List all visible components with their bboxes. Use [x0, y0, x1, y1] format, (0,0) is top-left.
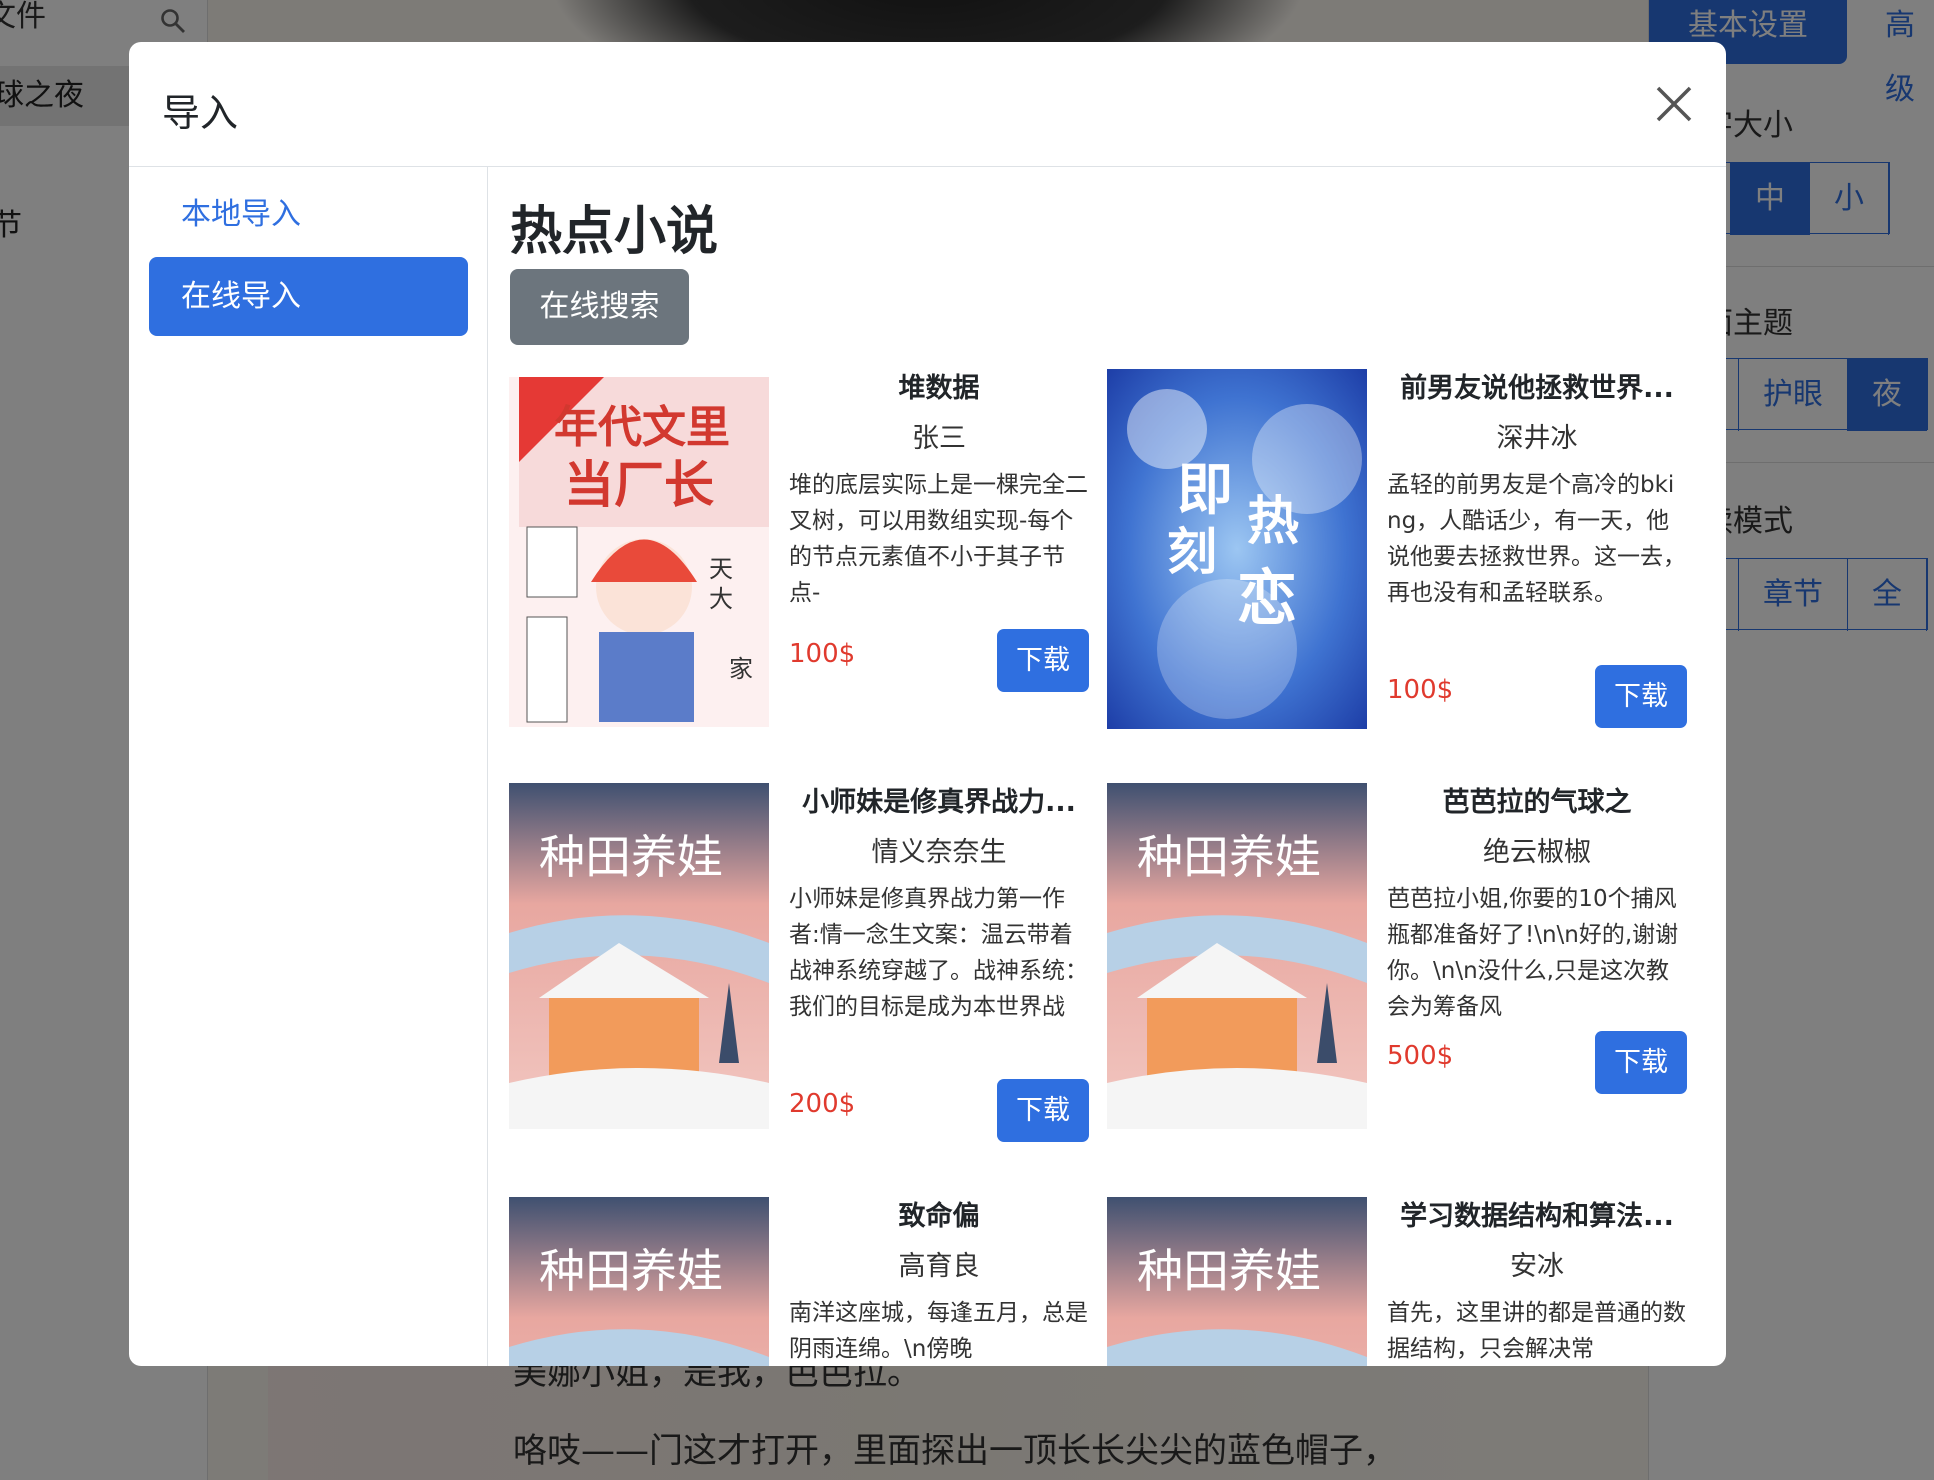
cover-image: 即 刻 热 恋	[1107, 369, 1367, 729]
close-icon	[1656, 86, 1692, 122]
book-description: 小师妹是修真界战力第一作者:情一念生文案：温云带着战神系统穿越了。战神系统：我们…	[789, 886, 1088, 1020]
cover-image: 种田养娃	[509, 783, 769, 1129]
download-button[interactable]: 下载	[1595, 1031, 1687, 1094]
svg-text:当厂长: 当厂长	[564, 455, 714, 514]
book-title[interactable]: 小师妹是修真界战力...	[789, 783, 1089, 823]
book-description: 芭芭拉小姐,你要的10个捕风瓶都准备好了!\n\n好的,谢谢你。\n\n没什么,…	[1387, 886, 1679, 1020]
book-info: 致命偏 高育良 南洋这座城，每逢五月，总是阴雨连绵。\n傍晚	[789, 1197, 1089, 1366]
book-description: 堆的底层实际上是一棵完全二叉树，可以用数组实现-每个的节点元素值不小于其子节点-	[789, 472, 1088, 606]
book-title[interactable]: 学习数据结构和算法...	[1387, 1197, 1687, 1237]
book-card: 种田养娃 学习数据结构和算法... 安冰 首先，这里讲的都是普通的数据结构，只会…	[1107, 1197, 1687, 1366]
svg-text:种田养娃: 种田养娃	[1137, 830, 1321, 884]
book-card: 即 刻 热 恋 前男友说他拯救世界... 深井冰 孟轻的前男友是个高冷的bkin…	[1107, 369, 1687, 729]
book-description: 孟轻的前男友是个高冷的bking，人酷话少，有一天，他说他要去拯救世界。这一去，…	[1387, 472, 1686, 606]
book-author: 绝云椒椒	[1483, 837, 1591, 868]
book-price: 100$	[1387, 675, 1454, 705]
svg-text:大: 大	[709, 585, 733, 613]
book-card: 种田养娃 芭芭拉的气球之 绝云椒椒 芭芭拉小姐,你要的10个捕风瓶都准备好了!\…	[1107, 783, 1687, 1129]
book-cover[interactable]: 种田养娃	[1107, 1197, 1367, 1366]
svg-text:刻: 刻	[1167, 522, 1217, 581]
book-cover[interactable]: 即 刻 热 恋	[1107, 369, 1367, 729]
download-button[interactable]: 下载	[1595, 665, 1687, 728]
svg-text:天: 天	[709, 555, 733, 583]
book-price: 500$	[1387, 1041, 1454, 1071]
cover-image: 种田养娃	[509, 1197, 769, 1366]
book-author: 高育良	[898, 1251, 980, 1282]
book-description: 首先，这里讲的都是普通的数据结构，只会解决常	[1387, 1300, 1686, 1362]
svg-text:种田养娃: 种田养娃	[539, 830, 723, 884]
import-sidebar: 本地导入 在线导入	[129, 167, 488, 1366]
section-title: 热点小说	[510, 202, 719, 262]
cover-image: 种田养娃	[1107, 1197, 1367, 1366]
modal-header: 导入	[129, 42, 1726, 167]
book-author: 情义奈奈生	[871, 837, 1007, 868]
cover-image: 年代文里 当厂长 天 大 家	[509, 377, 769, 727]
svg-text:种田养娃: 种田养娃	[539, 1244, 723, 1298]
cover-image: 种田养娃	[1107, 783, 1367, 1129]
book-author: 安冰	[1510, 1251, 1564, 1282]
book-title[interactable]: 芭芭拉的气球之	[1387, 783, 1687, 823]
book-cover[interactable]: 种田养娃	[509, 783, 769, 1129]
book-info: 学习数据结构和算法... 安冰 首先，这里讲的都是普通的数据结构，只会解决常	[1387, 1197, 1687, 1366]
book-title[interactable]: 堆数据	[789, 369, 1089, 409]
book-title[interactable]: 致命偏	[789, 1197, 1089, 1237]
book-info: 前男友说他拯救世界... 深井冰 孟轻的前男友是个高冷的bking，人酷话少，有…	[1387, 369, 1687, 728]
online-import-content: 热点小说 在线搜索 年代文里 当厂长 天 大 家 堆数据 张三 堆的底层实际上是…	[489, 167, 1726, 1366]
svg-text:热: 热	[1247, 491, 1299, 552]
book-price: 100$	[789, 639, 856, 669]
book-card: 年代文里 当厂长 天 大 家 堆数据 张三 堆的底层实际上是一棵完全二叉树，可以…	[509, 369, 1089, 727]
svg-text:家: 家	[729, 655, 753, 683]
book-card: 种田养娃 致命偏 高育良 南洋这座城，每逢五月，总是阴雨连绵。\n傍晚	[509, 1197, 1089, 1366]
close-button[interactable]	[1652, 82, 1696, 126]
svg-text:恋: 恋	[1237, 564, 1297, 634]
book-cover[interactable]: 种田养娃	[1107, 783, 1367, 1129]
download-button[interactable]: 下载	[997, 629, 1089, 692]
online-search-button[interactable]: 在线搜索	[510, 269, 689, 345]
modal-title: 导入	[162, 91, 239, 135]
svg-text:年代文里: 年代文里	[554, 402, 730, 453]
svg-text:即: 即	[1177, 457, 1233, 523]
sidebar-item-local-import[interactable]: 本地导入	[149, 175, 468, 254]
book-author: 张三	[912, 423, 966, 454]
modal-body: 本地导入 在线导入 热点小说 在线搜索 年代文里 当厂长 天 大 家 堆数据 张…	[129, 167, 1726, 1366]
book-cover[interactable]: 年代文里 当厂长 天 大 家	[509, 377, 769, 727]
book-info: 堆数据 张三 堆的底层实际上是一棵完全二叉树，可以用数组实现-每个的节点元素值不…	[789, 369, 1089, 692]
book-description: 南洋这座城，每逢五月，总是阴雨连绵。\n傍晚	[789, 1300, 1088, 1362]
book-author: 深井冰	[1496, 423, 1578, 454]
book-info: 小师妹是修真界战力... 情义奈奈生 小师妹是修真界战力第一作者:情一念生文案：…	[789, 783, 1089, 1142]
sidebar-item-online-import[interactable]: 在线导入	[149, 257, 468, 336]
svg-text:种田养娃: 种田养娃	[1137, 1244, 1321, 1298]
book-card: 种田养娃 小师妹是修真界战力... 情义奈奈生 小师妹是修真界战力第一作者:情一…	[509, 783, 1089, 1142]
import-modal: 导入 本地导入 在线导入 热点小说 在线搜索 年代文里 当厂长 天 大 家 堆数…	[129, 42, 1726, 1366]
book-cover[interactable]: 种田养娃	[509, 1197, 769, 1366]
download-button[interactable]: 下载	[997, 1079, 1089, 1142]
book-title[interactable]: 前男友说他拯救世界...	[1387, 369, 1687, 409]
book-price: 200$	[789, 1089, 856, 1119]
book-info: 芭芭拉的气球之 绝云椒椒 芭芭拉小姐,你要的10个捕风瓶都准备好了!\n\n好的…	[1387, 783, 1687, 1094]
